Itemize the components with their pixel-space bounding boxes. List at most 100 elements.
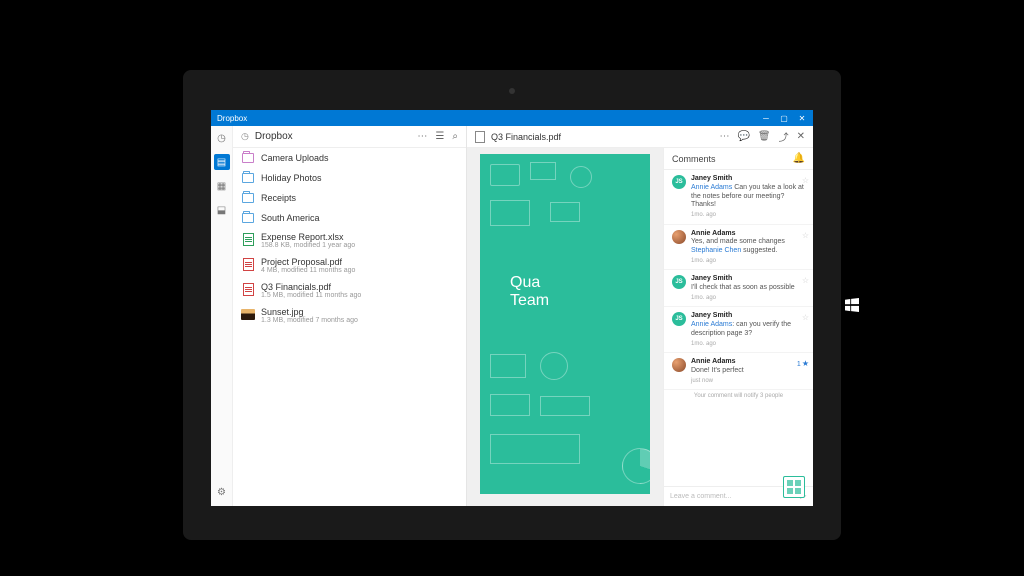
star-button[interactable]: ☆ — [802, 231, 809, 240]
window-title: Dropbox — [217, 114, 247, 123]
share-button[interactable]: ⤴ — [779, 129, 789, 144]
file-list-title: Dropbox — [255, 131, 293, 142]
star-button[interactable]: ☆ — [802, 313, 809, 322]
comment-item[interactable]: Annie Adams Done! It's perfect just now … — [664, 353, 813, 390]
doc-shape — [490, 164, 520, 186]
recents-nav-item[interactable]: ◷ — [214, 130, 230, 146]
folder-name: South America — [261, 213, 320, 223]
doc-shape — [530, 162, 556, 180]
comments-list: JS Janey Smith Annie Adams Can you take … — [664, 170, 813, 486]
star-button[interactable]: ☆ — [802, 176, 809, 185]
notifications-icon[interactable]: 🔔 — [793, 153, 805, 164]
comment-time: 1mo. ago — [691, 295, 805, 303]
file-meta: 1.3 MB, modified 7 months ago — [261, 317, 358, 324]
more-button[interactable]: ⋯ — [719, 131, 729, 142]
comment-time: 1mo. ago — [691, 212, 805, 220]
doc-pie-shape — [622, 448, 650, 484]
avatar — [672, 358, 686, 372]
files-nav-item[interactable]: ▤ — [214, 154, 230, 170]
grid-view-button[interactable] — [783, 476, 805, 498]
tablet-frame: Dropbox ─ ▢ ✕ ◷ ▤ ▦ ⬓ ⚙ ◷ Drop — [183, 70, 841, 540]
folder-name: Camera Uploads — [261, 153, 329, 163]
avatar: JS — [672, 175, 686, 189]
star-button[interactable]: ☆ — [802, 276, 809, 285]
avatar: JS — [672, 312, 686, 326]
comments-panel: Comments 🔔 JS Janey Smith Annie Adams Ca… — [663, 148, 813, 506]
file-meta: 158.8 KB, modified 1 year ago — [261, 242, 355, 249]
file-item[interactable]: Q3 Financials.pdf 1.5 MB, modified 11 mo… — [233, 278, 466, 303]
folder-item[interactable]: Receipts — [233, 188, 466, 208]
clock-icon: ◷ — [241, 131, 249, 142]
file-item[interactable]: Project Proposal.pdf 4 MB, modified 11 m… — [233, 253, 466, 278]
delete-button[interactable]: 🗑 — [758, 131, 771, 142]
comment-time: 1mo. ago — [691, 258, 805, 266]
folder-item[interactable]: Holiday Photos — [233, 168, 466, 188]
comment-text: Annie Adams: can you verify the descript… — [691, 321, 791, 337]
comment-author: Janey Smith — [691, 275, 805, 284]
doc-shape — [490, 200, 530, 226]
file-list: Camera Uploads Holiday Photos Receipts — [233, 148, 466, 506]
notify-text: Your comment will notify 3 people — [664, 390, 813, 402]
comment-text: Done! It's perfect — [691, 367, 744, 374]
doc-shape — [550, 202, 580, 222]
mention[interactable]: Stephanie Chen — [691, 247, 741, 254]
avatar: JS — [672, 275, 686, 289]
document-icon — [475, 131, 485, 143]
file-name: Q3 Financials.pdf — [261, 282, 361, 292]
view-button[interactable]: ☰ — [435, 131, 444, 142]
doc-shape — [490, 394, 530, 416]
offline-nav-item[interactable]: ⬓ — [214, 202, 230, 218]
document-text: Qua Team — [510, 274, 549, 309]
tablet-camera — [509, 88, 515, 94]
document-viewer[interactable]: Qua Team — [467, 148, 663, 506]
minimize-button[interactable]: ─ — [761, 114, 771, 123]
comment-text: Yes, and made some changes Stephanie Che… — [691, 238, 785, 254]
doc-shape — [490, 354, 526, 378]
doc-shape — [540, 396, 590, 416]
comment-text: Annie Adams Can you take a look at the n… — [691, 184, 804, 209]
mention[interactable]: Annie Adams — [691, 184, 732, 191]
left-pane: ◷ ▤ ▦ ⬓ ⚙ ◷ Dropbox ⋯ ☰ ⌕ — [211, 126, 466, 506]
comment-text: I'll check that as soon as possible — [691, 284, 795, 291]
pdf-icon — [243, 283, 254, 296]
star-button[interactable]: 1★ — [797, 359, 809, 368]
more-button[interactable]: ⋯ — [417, 131, 427, 142]
folder-item[interactable]: Camera Uploads — [233, 148, 466, 168]
avatar — [672, 230, 686, 244]
comments-header: Comments 🔔 — [664, 148, 813, 170]
comment-time: just now — [691, 378, 805, 386]
folder-icon — [242, 193, 254, 203]
file-item[interactable]: Sunset.jpg 1.3 MB, modified 7 months ago — [233, 303, 466, 328]
search-button[interactable]: ⌕ — [452, 131, 458, 142]
document-page: Qua Team — [480, 154, 650, 494]
comment-author: Janey Smith — [691, 312, 805, 321]
photos-nav-item[interactable]: ▦ — [214, 178, 230, 194]
comment-item[interactable]: JS Janey Smith Annie Adams: can you veri… — [664, 307, 813, 353]
comment-input[interactable] — [670, 493, 795, 500]
maximize-button[interactable]: ▢ — [779, 114, 789, 123]
windows-button[interactable] — [845, 298, 859, 312]
close-window-button[interactable]: ✕ — [797, 114, 807, 123]
titlebar: Dropbox ─ ▢ ✕ — [211, 110, 813, 126]
file-list-header: ◷ Dropbox ⋯ ☰ ⌕ — [233, 126, 466, 148]
mention[interactable]: Annie Adams — [691, 321, 732, 328]
folder-item[interactable]: South America — [233, 208, 466, 228]
document-title: Q3 Financials.pdf — [491, 132, 561, 142]
comment-author: Janey Smith — [691, 175, 805, 184]
doc-shape — [540, 352, 568, 380]
file-name: Expense Report.xlsx — [261, 232, 355, 242]
folder-icon — [242, 213, 254, 223]
comment-item[interactable]: JS Janey Smith Annie Adams Can you take … — [664, 170, 813, 225]
comment-author: Annie Adams — [691, 358, 805, 367]
settings-nav-item[interactable]: ⚙ — [214, 484, 230, 500]
file-item[interactable]: Expense Report.xlsx 158.8 KB, modified 1… — [233, 228, 466, 253]
doc-shape — [490, 434, 580, 464]
comment-item[interactable]: Annie Adams Yes, and made some changes S… — [664, 225, 813, 271]
comment-item[interactable]: JS Janey Smith I'll check that as soon a… — [664, 270, 813, 307]
comment-button[interactable]: 💬 — [737, 131, 749, 142]
image-thumbnail-icon — [241, 309, 255, 320]
file-name: Sunset.jpg — [261, 307, 358, 317]
doc-shape — [570, 166, 592, 188]
pdf-icon — [243, 258, 254, 271]
close-button[interactable]: ✕ — [797, 131, 805, 142]
